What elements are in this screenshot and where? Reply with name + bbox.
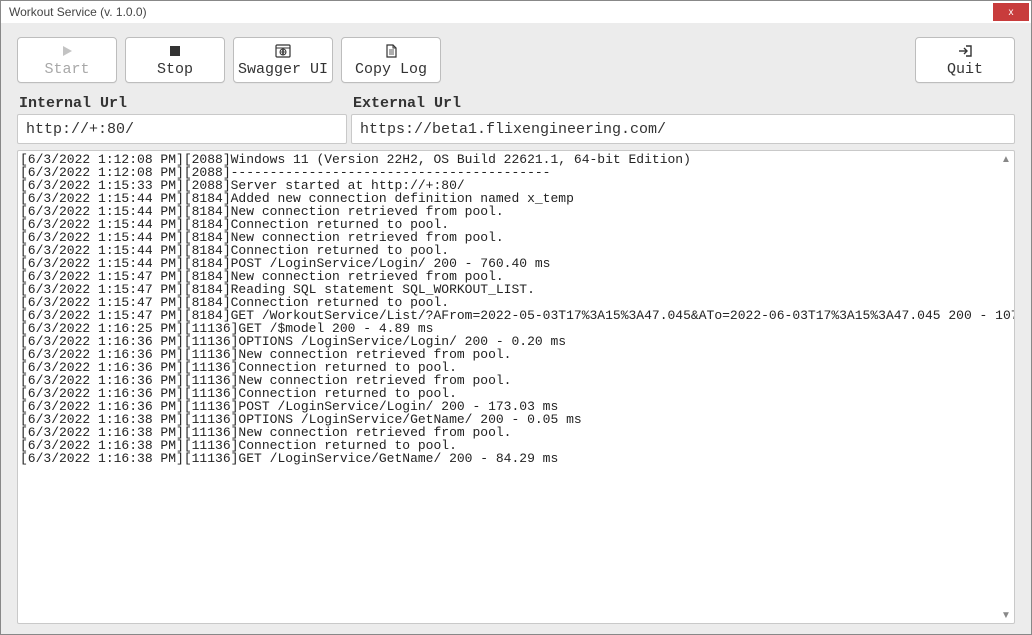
- quit-button-label: Quit: [947, 61, 983, 78]
- toolbar-spacer: [449, 37, 907, 83]
- titlebar: Workout Service (v. 1.0.0) x: [1, 1, 1031, 23]
- scroll-down-button[interactable]: ▼: [998, 607, 1014, 623]
- start-button-label: Start: [44, 61, 89, 78]
- log-panel: ▲ [6/3/2022 1:12:08 PM][2088]Windows 11 …: [17, 150, 1015, 624]
- external-url-section: External Url: [351, 93, 1015, 144]
- stop-button[interactable]: Stop: [125, 37, 225, 83]
- internal-url-input[interactable]: [17, 114, 347, 144]
- document-icon: [385, 43, 397, 59]
- exit-icon: [957, 43, 973, 59]
- close-icon: x: [1009, 7, 1014, 18]
- external-url-input[interactable]: [351, 114, 1015, 144]
- scroll-up-button[interactable]: ▲: [998, 151, 1014, 167]
- internal-url-section: Internal Url: [17, 93, 351, 144]
- globe-icon: [275, 43, 291, 59]
- stop-button-label: Stop: [157, 61, 193, 78]
- swagger-button[interactable]: Swagger UI: [233, 37, 333, 83]
- external-url-label: External Url: [351, 93, 1015, 114]
- window-title: Workout Service (v. 1.0.0): [9, 5, 993, 19]
- toolbar: Start Stop Swagger UI Copy Log Qui: [11, 31, 1021, 93]
- copy-log-button-label: Copy Log: [355, 61, 427, 78]
- window-close-button[interactable]: x: [993, 3, 1029, 21]
- quit-button[interactable]: Quit: [915, 37, 1015, 83]
- log-text[interactable]: [6/3/2022 1:12:08 PM][2088]Windows 11 (V…: [18, 151, 1014, 623]
- swagger-button-label: Swagger UI: [238, 61, 328, 78]
- start-button: Start: [17, 37, 117, 83]
- internal-url-label: Internal Url: [17, 93, 351, 114]
- stop-icon: [169, 43, 181, 59]
- copy-log-button[interactable]: Copy Log: [341, 37, 441, 83]
- url-row: Internal Url External Url: [11, 93, 1021, 146]
- content-area: Start Stop Swagger UI Copy Log Qui: [1, 23, 1031, 634]
- play-icon: [60, 43, 74, 59]
